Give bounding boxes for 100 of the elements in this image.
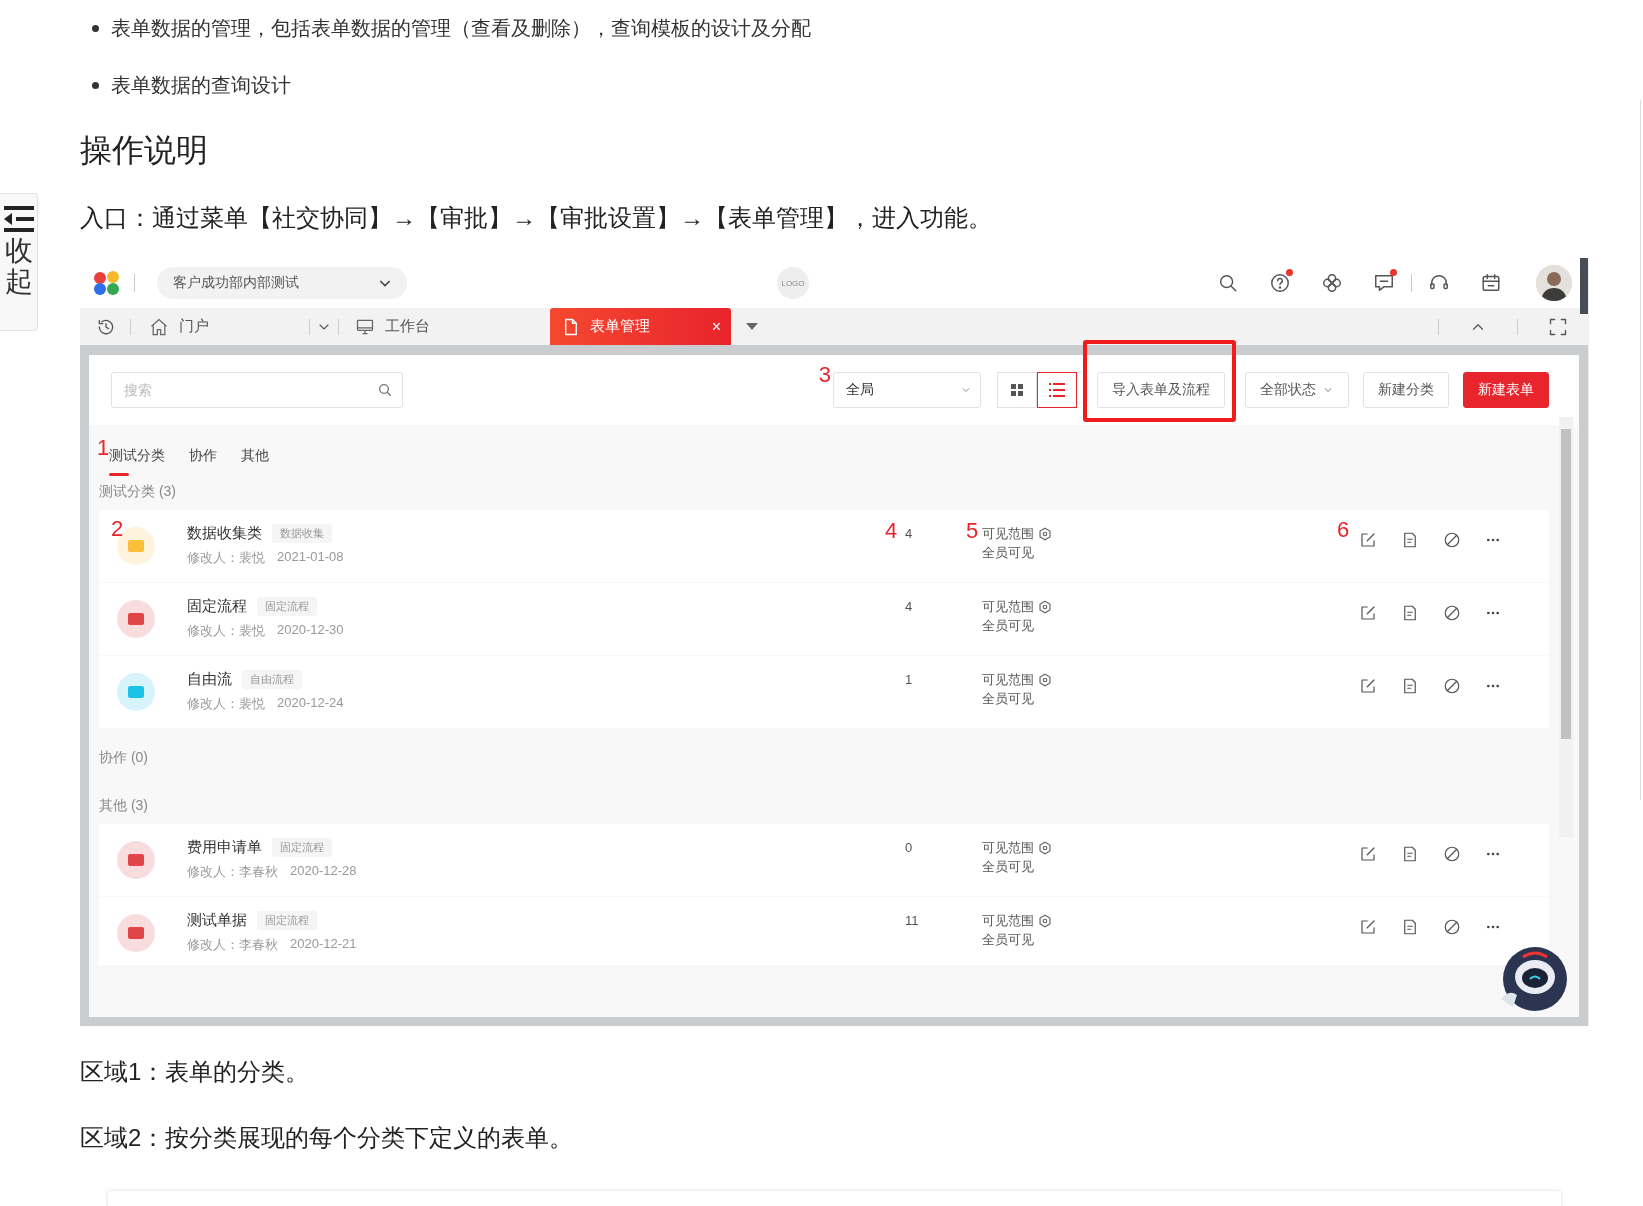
avatar[interactable] xyxy=(1536,265,1572,301)
calendar-icon[interactable] xyxy=(1480,272,1502,294)
form-count: 4 xyxy=(904,526,913,541)
modifier-text: 修改人：裴悦 xyxy=(187,622,265,640)
disable-icon[interactable] xyxy=(1443,531,1461,549)
message-icon[interactable] xyxy=(1373,272,1395,294)
notification-dot xyxy=(1286,269,1293,276)
disable-icon[interactable] xyxy=(1443,604,1461,622)
category-tab[interactable]: 协作 xyxy=(189,437,230,476)
action-button[interactable]: 新建表单 xyxy=(1463,372,1549,408)
form-name[interactable]: 自由流 xyxy=(187,670,232,689)
document-icon[interactable] xyxy=(1401,845,1419,863)
scope-select[interactable]: 全局 xyxy=(833,372,981,408)
form-tag: 固定流程 xyxy=(257,597,317,616)
group-header: 其他 (3) xyxy=(98,796,149,815)
collapse-tab[interactable]: 收起 xyxy=(0,193,38,331)
scope-value: 全员可见 xyxy=(982,691,1034,706)
nav-tab[interactable]: 表单管理 × xyxy=(550,308,731,345)
category-tab[interactable]: 其他 xyxy=(241,437,282,476)
status-dropdown[interactable]: 全部状态 xyxy=(1245,372,1349,408)
notification-dot xyxy=(1390,269,1397,276)
annotation-number: 4 xyxy=(885,520,898,542)
form-count: 0 xyxy=(904,840,913,855)
form-name[interactable]: 费用申请单 xyxy=(187,838,262,857)
form-tag: 自由流程 xyxy=(242,670,302,689)
nav-tab[interactable]: 门户 xyxy=(139,308,219,345)
settings-icon[interactable] xyxy=(1038,840,1052,855)
modifier-text: 修改人：裴悦 xyxy=(187,695,265,713)
modifier-text: 修改人：李春秋 xyxy=(187,936,278,954)
entry-text: 入口：通过菜单【社交协同】→【审批】→【审批设置】→【表单管理】，进入功能。 xyxy=(80,203,993,233)
annotation-number: 2 xyxy=(111,518,124,540)
scope-label: 可见范围 xyxy=(982,671,1034,689)
action-button[interactable]: 导入表单及流程 xyxy=(1097,372,1225,408)
form-name[interactable]: 测试单据 xyxy=(187,911,247,930)
scrollbar[interactable] xyxy=(1559,417,1573,837)
list-view-toggle[interactable] xyxy=(1037,372,1077,408)
edit-icon[interactable] xyxy=(1359,918,1377,936)
note-text: 区域1：表单的分类。 xyxy=(80,1057,311,1087)
settings-icon[interactable] xyxy=(1038,672,1052,687)
annotation-number: 5 xyxy=(966,520,979,542)
form-icon xyxy=(117,914,155,952)
scope-value: 全员可见 xyxy=(982,545,1034,560)
form-name[interactable]: 数据收集类 xyxy=(187,524,262,543)
help-icon[interactable] xyxy=(1269,272,1291,294)
form-count: 4 xyxy=(904,599,913,614)
annotation-number: 1 xyxy=(97,437,110,459)
clover-icon[interactable] xyxy=(1321,272,1343,294)
collapse-icon xyxy=(3,206,34,232)
fullscreen-icon[interactable] xyxy=(1548,316,1568,337)
form-tag: 固定流程 xyxy=(272,838,332,857)
modifier-text: 修改人：裴悦 xyxy=(187,549,265,567)
form-count: 1 xyxy=(904,672,913,687)
nav-tab[interactable]: 工作台 xyxy=(345,308,440,345)
document-icon[interactable] xyxy=(1401,677,1419,695)
document-icon[interactable] xyxy=(1401,918,1419,936)
home-icon xyxy=(149,316,169,337)
category-tab[interactable]: 测试分类 xyxy=(109,437,178,476)
modified-date: 2021-01-08 xyxy=(277,549,344,566)
scope-label: 可见范围 xyxy=(982,839,1034,857)
bullet-icon xyxy=(92,24,99,32)
section-heading: 操作说明 xyxy=(80,131,209,170)
close-icon[interactable]: × xyxy=(711,317,721,336)
annotation-number: 3 xyxy=(818,364,831,386)
list-icon xyxy=(1049,383,1065,397)
form-icon xyxy=(117,673,155,711)
document-icon[interactable] xyxy=(1401,604,1419,622)
logo-icon[interactable] xyxy=(92,270,122,296)
form-name[interactable]: 固定流程 xyxy=(187,597,247,616)
search-icon[interactable] xyxy=(1217,272,1239,294)
disable-icon[interactable] xyxy=(1443,918,1461,936)
settings-icon[interactable] xyxy=(1038,599,1052,614)
search-field[interactable]: 搜索 xyxy=(111,372,403,408)
edit-icon[interactable] xyxy=(1359,604,1377,622)
logo-badge: LOGO xyxy=(777,267,809,299)
settings-icon[interactable] xyxy=(1038,526,1052,541)
form-tag: 固定流程 xyxy=(257,911,317,930)
disable-icon[interactable] xyxy=(1443,845,1461,863)
bullet-icon xyxy=(92,81,99,89)
org-selector[interactable]: 客户成功部内部测试 xyxy=(157,267,407,299)
grid-view-toggle[interactable] xyxy=(997,372,1037,408)
action-button[interactable]: 新建分类 xyxy=(1363,372,1449,408)
grid-icon xyxy=(1011,384,1023,396)
scope-label: 可见范围 xyxy=(982,525,1034,543)
scope-label: 可见范围 xyxy=(982,598,1034,616)
scope-value: 全员可见 xyxy=(982,859,1034,874)
document-icon[interactable] xyxy=(1401,531,1419,549)
scope-label: 可见范围 xyxy=(982,912,1034,930)
edit-icon[interactable] xyxy=(1359,677,1377,695)
scrollbar[interactable] xyxy=(1580,258,1588,314)
scope-value: 全员可见 xyxy=(982,618,1034,633)
edit-icon[interactable] xyxy=(1359,531,1377,549)
edit-icon[interactable] xyxy=(1359,845,1377,863)
bullet-text: 表单数据的管理，包括表单数据的管理（查看及删除），查询模板的设计及分配 xyxy=(111,15,811,41)
search-icon xyxy=(377,382,393,398)
caret-icon[interactable] xyxy=(745,321,759,332)
settings-icon[interactable] xyxy=(1038,913,1052,928)
modified-date: 2020-12-30 xyxy=(277,622,344,639)
disable-icon[interactable] xyxy=(1443,677,1461,695)
form-icon xyxy=(117,600,155,638)
modifier-text: 修改人：李春秋 xyxy=(187,863,278,881)
